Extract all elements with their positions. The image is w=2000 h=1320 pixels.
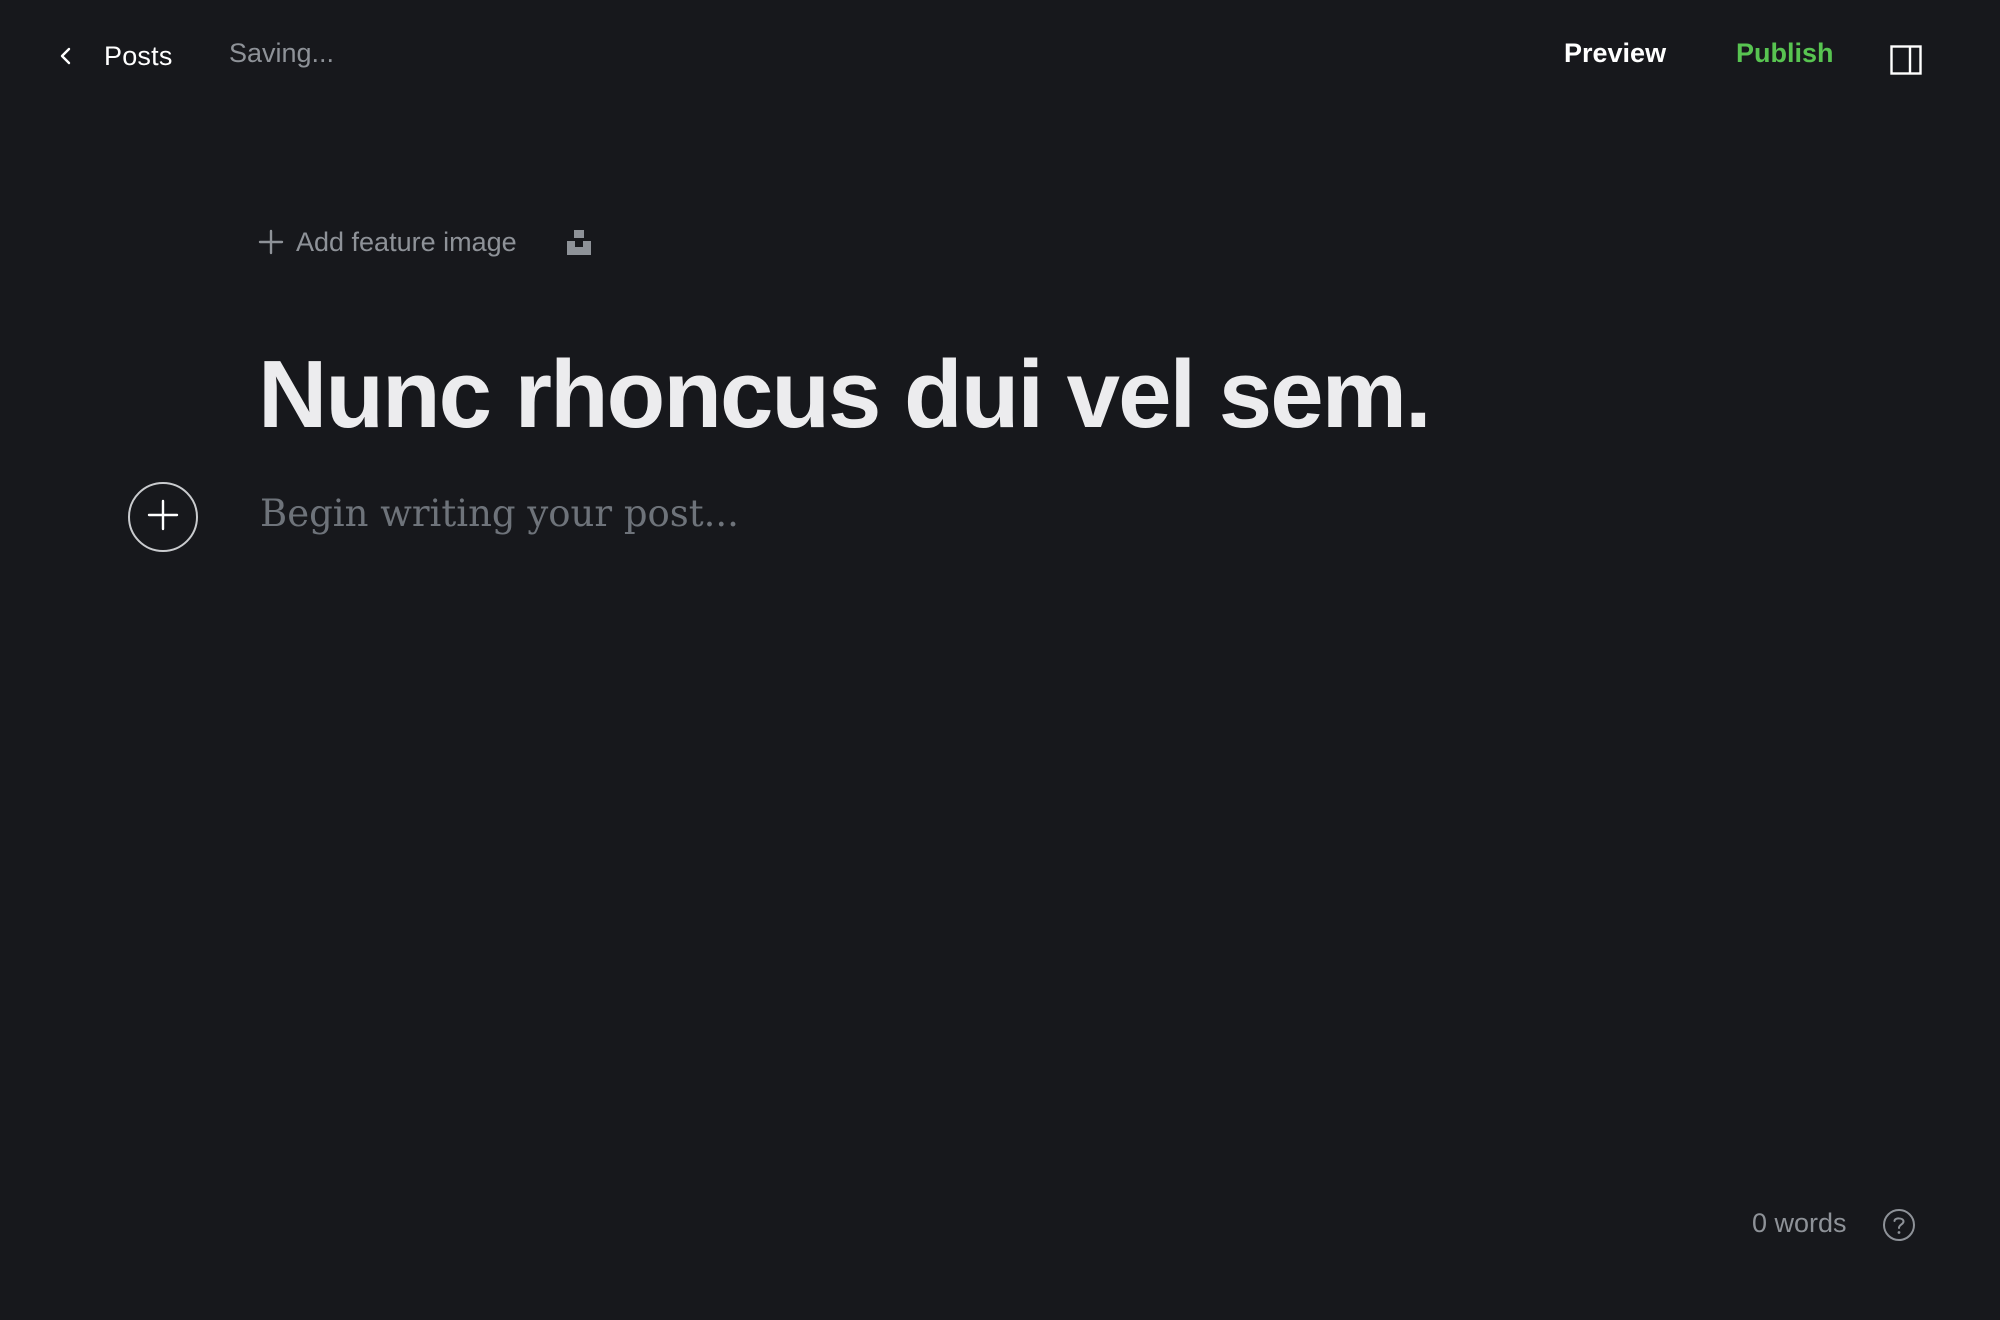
add-card-button[interactable] — [128, 482, 198, 552]
editor-header: Posts Saving... Preview Publish — [0, 0, 2000, 112]
post-title[interactable]: Nunc rhoncus dui vel sem. — [258, 330, 1432, 460]
publish-button[interactable]: Publish — [1736, 38, 1834, 69]
save-status: Saving... — [229, 38, 335, 68]
chevron-left-icon — [54, 44, 78, 68]
unsplash-icon[interactable] — [565, 228, 593, 256]
plus-icon — [146, 498, 180, 537]
back-to-posts-link[interactable]: Posts — [54, 36, 173, 76]
sidebar-panel-icon[interactable] — [1890, 45, 1922, 75]
question-circle-icon[interactable] — [1882, 1208, 1916, 1242]
preview-button[interactable]: Preview — [1564, 38, 1666, 69]
post-body-editor[interactable]: Begin writing your post... — [260, 492, 739, 535]
back-link-label: Posts — [104, 40, 173, 71]
plus-icon — [258, 229, 284, 255]
add-feature-image-button[interactable]: Add feature image — [258, 227, 517, 258]
word-count: 0 words — [1752, 1208, 1847, 1238]
feature-image-row: Add feature image — [258, 222, 593, 262]
add-feature-image-label: Add feature image — [296, 226, 517, 257]
